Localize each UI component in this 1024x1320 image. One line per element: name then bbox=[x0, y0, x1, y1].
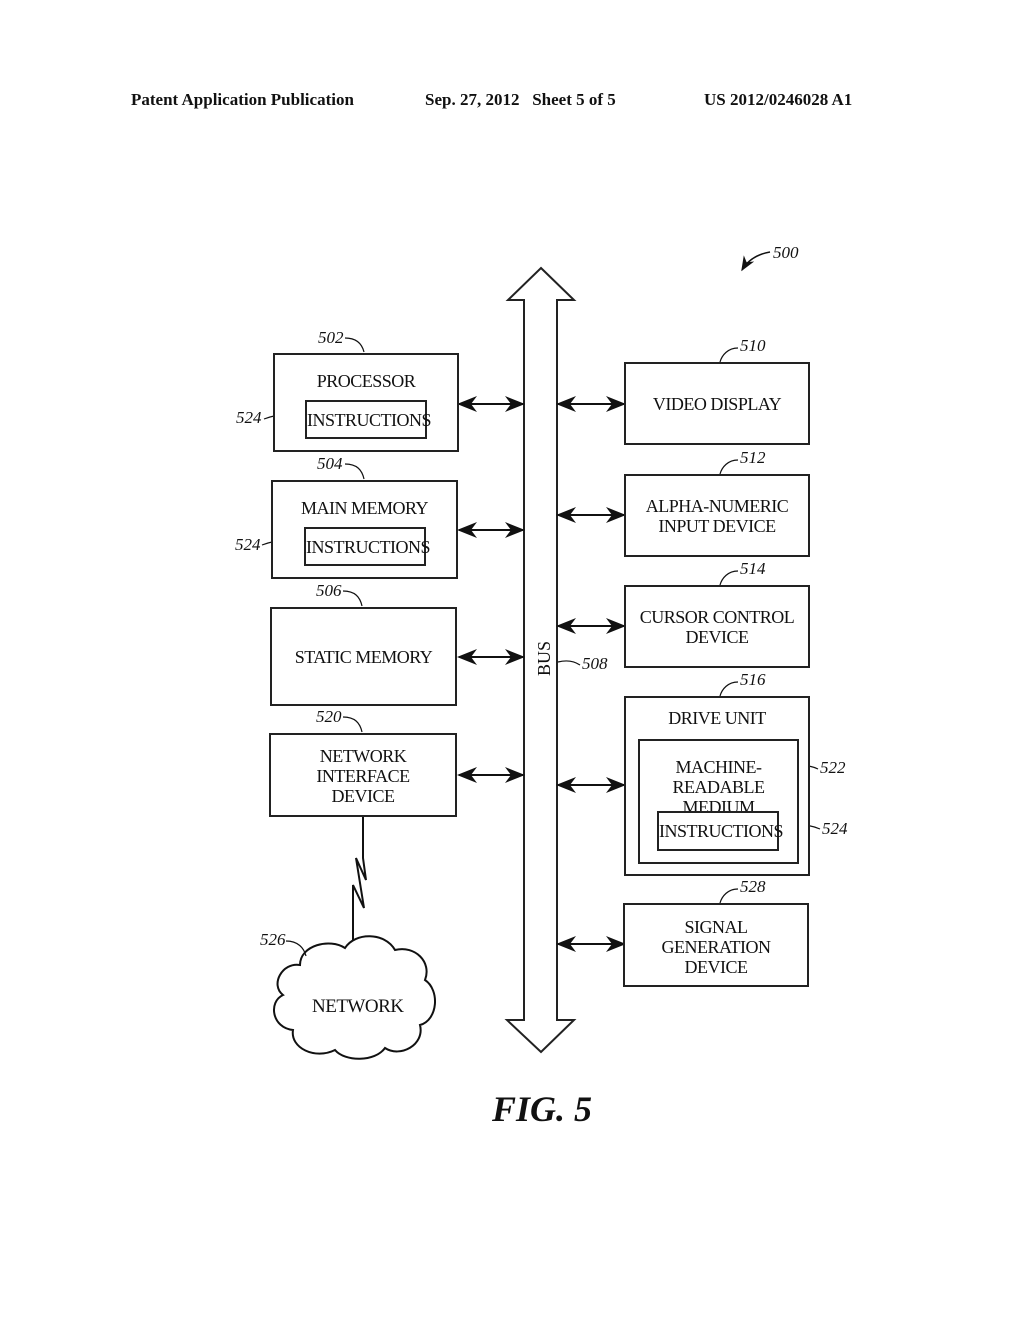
ref-520: 520 bbox=[316, 707, 342, 726]
ref-512: 512 bbox=[740, 448, 766, 467]
ref-500: 500 bbox=[773, 243, 799, 262]
instructions-label: INSTRUCTIONS bbox=[659, 821, 784, 841]
network-label: NETWORK bbox=[312, 996, 404, 1017]
ref-502: 502 bbox=[318, 328, 344, 347]
ref-528: 528 bbox=[740, 877, 766, 896]
alpha-numeric-label: ALPHA-NUMERIC INPUT DEVICE bbox=[645, 496, 789, 536]
cursor-control-label: CURSOR CONTROL DEVICE bbox=[639, 607, 795, 647]
ref-524-main-memory: 524 bbox=[235, 535, 261, 554]
bus-label: BUS bbox=[534, 640, 555, 677]
static-memory-block: STATIC MEMORY bbox=[270, 607, 457, 706]
cursor-control-block: CURSOR CONTROL DEVICE bbox=[624, 585, 810, 668]
processor-instructions-block: INSTRUCTIONS bbox=[305, 400, 432, 439]
ref-522: 522 bbox=[820, 758, 846, 777]
signal-generation-label: SIGNAL GENERATION DEVICE bbox=[661, 917, 772, 977]
main-memory-instructions-block: INSTRUCTIONS bbox=[304, 527, 431, 566]
processor-block: PROCESSOR INSTRUCTIONS bbox=[273, 353, 459, 452]
network-interface-block: NETWORK INTERFACE DEVICE bbox=[269, 733, 457, 817]
video-display-block: VIDEO DISPLAY bbox=[624, 362, 810, 445]
processor-label: PROCESSOR bbox=[316, 371, 416, 391]
ref-526: 526 bbox=[260, 930, 286, 949]
machine-readable-medium-label: MACHINE-READABLE MEDIUM bbox=[672, 757, 766, 817]
figure-caption: FIG. 5 bbox=[492, 1089, 593, 1129]
ref-508: 508 bbox=[582, 654, 608, 673]
ref-524-processor: 524 bbox=[236, 408, 262, 427]
main-memory-label: MAIN MEMORY bbox=[300, 498, 429, 518]
ref-506: 506 bbox=[316, 581, 342, 600]
wireless-link bbox=[352, 816, 367, 946]
drive-unit-label: DRIVE UNIT bbox=[668, 708, 766, 728]
drive-unit-block: DRIVE UNIT MACHINE-READABLE MEDIUM INSTR… bbox=[624, 696, 810, 876]
ref-504: 504 bbox=[317, 454, 343, 473]
video-display-label: VIDEO DISPLAY bbox=[652, 394, 782, 414]
machine-readable-medium-block: MACHINE-READABLE MEDIUM INSTRUCTIONS bbox=[638, 739, 799, 864]
ref-514: 514 bbox=[740, 559, 766, 578]
instructions-label: INSTRUCTIONS bbox=[306, 537, 431, 557]
static-memory-label: STATIC MEMORY bbox=[294, 647, 433, 667]
ref-510: 510 bbox=[740, 336, 766, 355]
ref-516: 516 bbox=[740, 670, 766, 689]
signal-generation-block: SIGNAL GENERATION DEVICE bbox=[623, 903, 809, 987]
main-memory-block: MAIN MEMORY INSTRUCTIONS bbox=[271, 480, 458, 579]
network-interface-label: NETWORK INTERFACE DEVICE bbox=[316, 746, 410, 806]
drive-instructions-block: INSTRUCTIONS bbox=[657, 811, 784, 851]
instructions-label: INSTRUCTIONS bbox=[307, 410, 432, 430]
alpha-numeric-block: ALPHA-NUMERIC INPUT DEVICE bbox=[624, 474, 810, 557]
ref-524-drive: 524 bbox=[822, 819, 848, 838]
